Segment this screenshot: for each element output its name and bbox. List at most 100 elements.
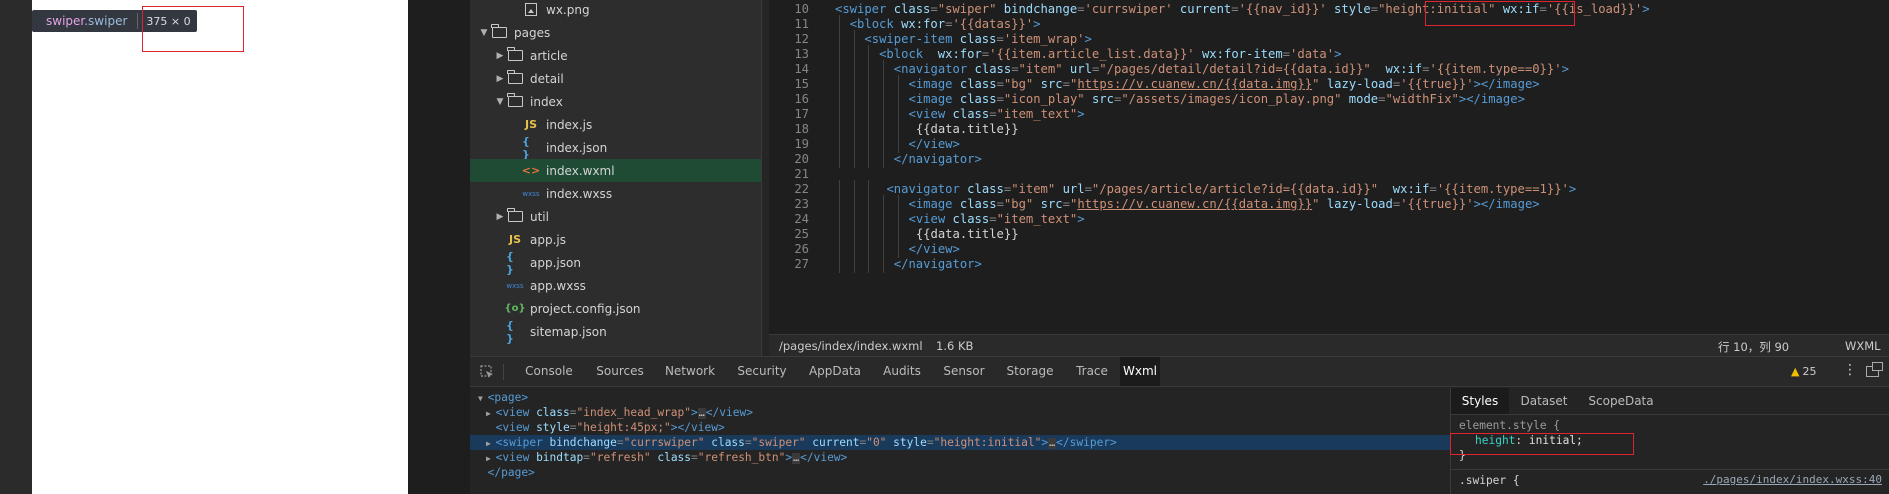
status-language[interactable]: WXML (1845, 339, 1881, 353)
wxml-token: = (569, 406, 577, 419)
code-token: 'item_wrap' (1003, 32, 1085, 46)
code-token: mode (1348, 92, 1379, 106)
file-tree-item[interactable]: ▶ article (470, 44, 761, 67)
code-token: {{data.title}} (908, 122, 1019, 136)
chevron-right-icon[interactable]: ▶ (494, 212, 506, 222)
file-tree-item[interactable]: ▼ pages (470, 21, 761, 44)
code-token: = (1077, 2, 1085, 16)
code-token: class (893, 2, 931, 16)
tab-sensor[interactable]: Sensor (932, 357, 996, 386)
line-code: {{data.title}} (909, 122, 1019, 136)
code-line-partial (769, 270, 1889, 288)
code-token: class (959, 32, 997, 46)
folder-icon (506, 208, 524, 224)
tab-audits[interactable]: Audits (872, 357, 932, 386)
expand-right-icon[interactable]: ▶ (486, 409, 496, 418)
wxml-token: = (926, 436, 934, 449)
file-tree-item[interactable]: ▼ index (470, 90, 761, 113)
line-code: </view> (909, 137, 960, 151)
tab-storage[interactable]: Storage (996, 357, 1064, 386)
more-options-icon[interactable]: ⋮ (1843, 362, 1857, 378)
wxml-node[interactable]: </page> (470, 465, 1450, 480)
code-token: wx:for (937, 47, 982, 61)
code-editor[interactable]: 10 <swiper class="swiper" bindchange='cur… (769, 0, 1889, 334)
tab-security[interactable]: Security (726, 357, 798, 386)
image-file-icon (522, 3, 540, 17)
code-token: "swiper" (937, 2, 997, 16)
status-file-path: /pages/index/index.wxml (779, 339, 923, 353)
line-code: <navigator class="item" url="/pages/deta… (894, 62, 1569, 76)
code-token: = (996, 92, 1004, 106)
chevron-right-icon[interactable]: ▶ (494, 51, 506, 61)
code-token: "/pages/article/article?id={{data.id}}" (1091, 182, 1379, 196)
expand-right-icon[interactable]: ▶ (486, 454, 496, 463)
wxml-token: = (744, 436, 752, 449)
file-tree-item[interactable]: JS app.js (470, 228, 761, 251)
tab-wxml[interactable]: Wxml (1120, 357, 1160, 386)
code-token: = (996, 77, 1004, 91)
warnings-badge[interactable]: ▲ 25 (1791, 365, 1816, 378)
file-tree-item[interactable]: wxss index.wxss (470, 182, 761, 205)
line-number: 14 (794, 62, 809, 76)
rule-source-link[interactable]: ./pages/index/index.wxss:40 (1703, 473, 1882, 486)
file-tree-item[interactable]: {o} project.config.json (470, 297, 761, 320)
wxml-node[interactable]: ▼ <page> (470, 390, 1450, 405)
wxml-node[interactable]: <view style="height:45px;"></view> (470, 420, 1450, 435)
status-cursor-position[interactable]: 行 10，列 90 (1718, 339, 1789, 355)
file-tree-item[interactable]: { } sitemap.json (470, 319, 761, 345)
file-tree-item[interactable]: JS index.js (470, 113, 761, 136)
chevron-down-icon[interactable]: ▼ (478, 28, 490, 38)
wxml-node[interactable]: ▶ <view bindtap="refresh" class="refresh… (470, 450, 1450, 465)
wxml-spacer (486, 424, 496, 433)
collapsed-children[interactable]: … (697, 408, 706, 419)
code-token: src (1091, 92, 1114, 106)
tab-network[interactable]: Network (654, 357, 726, 386)
wxml-token: = (616, 436, 624, 449)
inspect-element-icon[interactable] (480, 365, 494, 379)
file-tree-item[interactable]: ▶ util (470, 205, 761, 228)
file-tree-item[interactable]: ▶ detail (470, 67, 761, 90)
code-token: class (952, 212, 990, 226)
line-number: 11 (794, 17, 809, 31)
tab-appdata[interactable]: AppData (798, 357, 872, 386)
file-tree-item[interactable]: <> index.wxml (470, 159, 761, 182)
tab-sources[interactable]: Sources (586, 357, 654, 386)
editor-status-bar: /pages/index/index.wxml 1.6 KB 行 10，列 90… (769, 334, 1889, 356)
tab-trace[interactable]: Trace (1064, 357, 1120, 386)
collapsed-children[interactable]: … (792, 453, 801, 464)
expand-right-icon[interactable]: ▶ (486, 439, 496, 448)
code-token: <view (908, 212, 953, 226)
code-token: 'currswiper' (1084, 2, 1173, 16)
annotation-box-code (1425, 1, 1575, 26)
chevron-right-icon[interactable]: ▶ (494, 74, 506, 84)
code-token: = (1422, 62, 1430, 76)
file-tree-item[interactable]: wxss app.wxss (470, 274, 761, 297)
code-token: "widthFix" (1385, 92, 1459, 106)
styles-tab-styles[interactable]: Styles (1451, 388, 1509, 414)
code-token: wx:for (901, 17, 946, 31)
devtools-tab-bar: Console Sources Network Security AppData Audi… (470, 357, 1889, 387)
code-token: style (1334, 2, 1371, 16)
file-tree-item[interactable]: { } index.json (470, 135, 761, 161)
file-tree-splitter[interactable] (761, 0, 769, 356)
code-token: current (1179, 2, 1232, 16)
styles-tab-scopedata[interactable]: ScopeData (1579, 388, 1663, 414)
styles-tab-dataset[interactable]: Dataset (1509, 388, 1579, 414)
simulator-screen[interactable] (32, 0, 408, 494)
wxml-node[interactable]: ▶ <swiper bindchange="currswiper" class=… (470, 435, 1450, 450)
file-tree-item[interactable]: wx.png (470, 0, 761, 21)
file-tree-item-label: index.js (546, 117, 593, 132)
file-tree-item[interactable]: { } app.json (470, 250, 761, 276)
line-code: <navigator class="item" url="/pages/arti… (879, 182, 1576, 196)
chevron-down-icon[interactable]: ▼ (494, 97, 506, 107)
expand-down-icon[interactable]: ▼ (478, 394, 488, 403)
dock-side-icon[interactable] (1866, 362, 1883, 377)
wxml-token: "refresh" (589, 451, 651, 464)
collapsed-children[interactable]: … (1048, 438, 1057, 449)
tab-console[interactable]: Console (512, 357, 586, 386)
code-token: "item" (1018, 62, 1063, 76)
wxml-node[interactable]: ▶ <view class="index_head_wrap">…</view> (470, 405, 1450, 420)
